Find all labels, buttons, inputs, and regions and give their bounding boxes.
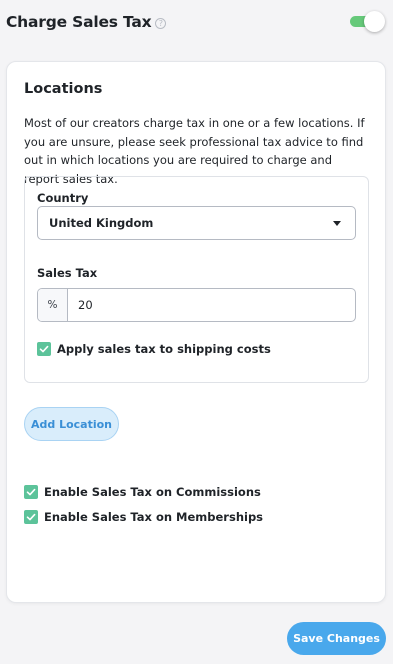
caret-down-icon — [333, 221, 341, 226]
memberships-label: Enable Sales Tax on Memberships — [44, 510, 264, 524]
sales-tax-field: % — [37, 288, 356, 322]
shipping-label: Apply sales tax to shipping costs — [57, 342, 271, 356]
sales-tax-card: Locations Most of our creators charge ta… — [6, 61, 386, 603]
help-icon[interactable]: ? — [155, 18, 167, 29]
location-entry: Country United Kingdom Sales Tax % Apply… — [24, 176, 369, 383]
memberships-checkbox[interactable] — [24, 510, 38, 524]
check-icon — [26, 488, 36, 496]
sales-tax-label: Sales Tax — [37, 266, 98, 280]
page-title: Charge Sales Tax — [6, 13, 152, 31]
check-icon — [26, 513, 36, 521]
charge-sales-tax-toggle[interactable] — [350, 11, 385, 32]
country-select[interactable]: United Kingdom — [37, 206, 356, 240]
country-label: Country — [37, 191, 89, 205]
toggle-knob — [364, 11, 385, 32]
commissions-option[interactable]: Enable Sales Tax on Commissions — [24, 485, 261, 499]
shipping-checkbox[interactable] — [37, 342, 51, 356]
sales-tax-input[interactable] — [68, 289, 355, 321]
add-location-button[interactable]: Add Location — [24, 407, 119, 441]
locations-title: Locations — [24, 81, 103, 97]
commissions-label: Enable Sales Tax on Commissions — [44, 485, 261, 499]
memberships-option[interactable]: Enable Sales Tax on Memberships — [24, 510, 263, 524]
save-changes-button[interactable]: Save Changes — [287, 622, 386, 655]
commissions-checkbox[interactable] — [24, 485, 38, 499]
shipping-tax-option[interactable]: Apply sales tax to shipping costs — [37, 342, 271, 356]
percent-prefix: % — [38, 289, 68, 321]
country-value: United Kingdom — [49, 216, 154, 230]
check-icon — [39, 345, 49, 353]
header: Charge Sales Tax ? — [6, 11, 385, 33]
